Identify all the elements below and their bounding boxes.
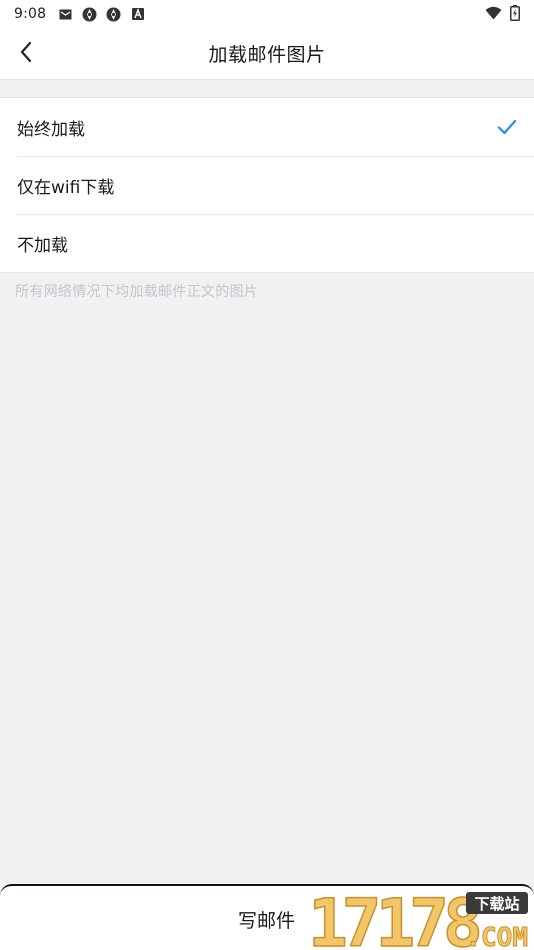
bottom-bar: 写邮件	[0, 884, 534, 950]
option-label: 仅在wifi下载	[17, 177, 115, 198]
back-arrow-icon	[19, 41, 33, 67]
option-label: 不加载	[17, 235, 68, 256]
screen: 9:08 加载邮件图片 始终加载 仅在wifi下载 不加载 所有网络情况下均加载…	[0, 0, 534, 950]
battery-icon	[510, 5, 520, 25]
wifi-icon	[485, 6, 502, 24]
option-never-load[interactable]: 不加载	[0, 214, 534, 272]
image-load-options: 始终加载 仅在wifi下载 不加载	[0, 97, 534, 273]
status-bar: 9:08	[0, 0, 534, 28]
option-hint: 所有网络情况下均加载邮件正文的图片	[15, 284, 259, 300]
check-icon	[496, 116, 518, 138]
status-notification-icons	[58, 7, 145, 22]
mail-icon	[58, 7, 73, 22]
option-always-load[interactable]: 始终加载	[0, 98, 534, 156]
status-time: 9:08	[14, 6, 47, 22]
back-button[interactable]	[10, 38, 42, 70]
option-label: 始终加载	[17, 119, 85, 140]
status-system-icons	[485, 5, 520, 25]
page-title: 加载邮件图片	[208, 44, 326, 66]
compose-button[interactable]: 写邮件	[238, 906, 295, 933]
sync-icon	[106, 7, 121, 22]
option-wifi-only[interactable]: 仅在wifi下载	[0, 156, 534, 214]
sync-icon	[82, 7, 97, 22]
header: 加载邮件图片	[0, 28, 534, 80]
a-icon	[130, 7, 145, 22]
